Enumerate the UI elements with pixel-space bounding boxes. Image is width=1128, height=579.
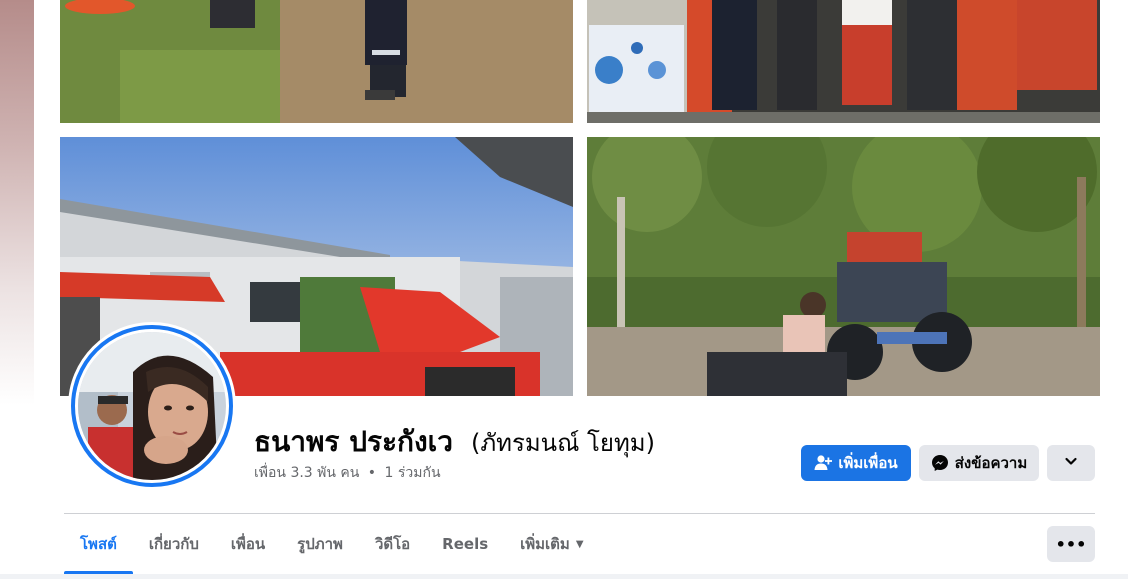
cover-photo-4[interactable] [587,137,1100,396]
profile-tabs: โพสต์ เกี่ยวกับ เพื่อน รูปภาพ วิดีโอ Ree… [64,514,600,574]
cover-photo-collage[interactable] [60,0,1100,396]
tab-more[interactable]: เพิ่มเติม ▼ [504,514,599,574]
friends-count-link[interactable]: เพื่อน 3.3 พัน คน [254,465,359,481]
tab-about-label: เกี่ยวกับ [148,535,199,553]
tab-photos[interactable]: รูปภาพ [281,514,359,574]
profile-header: ธนาพร ประกังเว (ภัทรมนณ์ โยทุม) เพื่อน 3… [34,0,1114,579]
tab-reels[interactable]: Reels [426,514,504,574]
page-background-gradient [0,0,34,579]
tab-posts[interactable]: โพสต์ [64,514,133,574]
profile-name: ธนาพร ประกังเว [254,425,453,458]
messenger-icon [931,454,949,472]
tab-reels-label: Reels [442,535,489,553]
cover-photo-2[interactable] [587,0,1100,123]
caret-down-icon: ▼ [575,538,584,550]
page-background-right [1114,0,1128,579]
tab-about[interactable]: เกี่ยวกับ [133,514,215,574]
profile-name-row: ธนาพร ประกังเว (ภัทรมนณ์ โยทุม) [254,420,655,460]
separator-dot: • [367,465,377,481]
profile-alternate-name: (ภัทรมนณ์ โยทุม) [470,429,655,457]
tab-videos-label: วิดีโอ [374,535,411,553]
tab-posts-label: โพสต์ [80,535,117,553]
chevron-down-icon [1064,454,1078,472]
tab-videos[interactable]: วิดีโอ [359,514,426,574]
avatar-story-ring [71,325,233,487]
friends-summary: เพื่อน 3.3 พัน คน • 1 ร่วมกัน [254,462,441,484]
tab-photos-label: รูปภาพ [297,535,343,553]
add-friend-button[interactable]: เพิ่มเพื่อน [801,445,911,481]
avatar-photo [78,332,226,480]
page-bottom-strip [0,574,1128,579]
cover-photo-1[interactable] [60,0,573,123]
add-friend-icon [814,454,833,472]
mutual-friends-link[interactable]: 1 ร่วมกัน [385,465,441,481]
tab-friends[interactable]: เพื่อน [215,514,281,574]
tab-more-label: เพิ่มเติม [520,535,570,553]
add-friend-label: เพิ่มเพื่อน [838,454,898,472]
message-label: ส่งข้อความ [954,454,1028,472]
more-actions-button[interactable] [1047,445,1095,481]
ellipsis-icon: ••• [1055,534,1087,554]
tabs-overflow-button[interactable]: ••• [1047,526,1095,562]
tab-friends-label: เพื่อน [230,535,266,553]
profile-avatar[interactable] [68,322,236,490]
message-button[interactable]: ส่งข้อความ [919,445,1039,481]
